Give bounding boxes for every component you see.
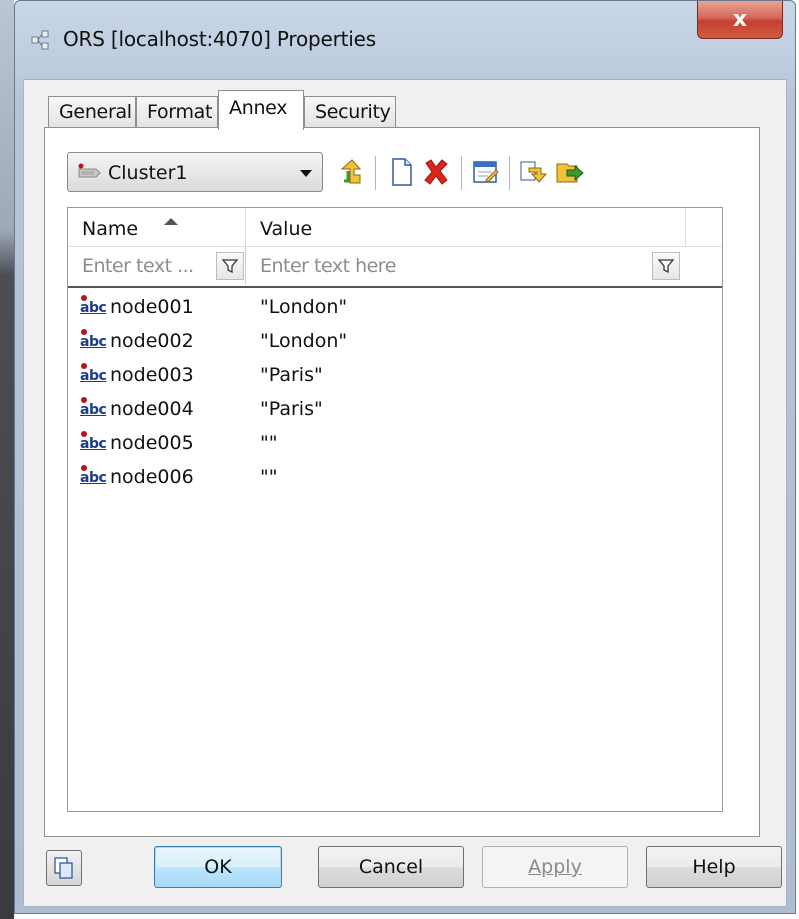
string-type-icon: abc xyxy=(78,431,108,454)
row-name-cell: abc node006 xyxy=(78,465,194,488)
close-button[interactable]: x xyxy=(697,1,783,39)
annex-grid: Name Value Enter text ... Enter text her… xyxy=(67,207,723,812)
copy-to-clipboard-button[interactable] xyxy=(46,850,82,886)
move-up-button[interactable] xyxy=(337,156,367,188)
column-header-value-label: Value xyxy=(260,218,313,240)
delete-icon xyxy=(424,159,448,185)
toolbar-separator xyxy=(375,156,376,190)
cancel-button[interactable]: Cancel xyxy=(318,846,464,888)
table-row[interactable]: abc node003 "Paris" xyxy=(68,358,722,392)
column-header-name[interactable]: Name xyxy=(68,208,246,246)
filter-row: Enter text ... Enter text here xyxy=(68,246,722,288)
column-header-name-label: Name xyxy=(82,218,139,240)
toolbar-separator xyxy=(461,156,462,190)
apply-button-label: Apply xyxy=(528,856,582,878)
edit-icon xyxy=(473,161,499,183)
row-name: node003 xyxy=(110,364,194,386)
new-document-icon xyxy=(392,158,412,186)
help-button-label: Help xyxy=(692,856,736,878)
section-icon xyxy=(78,163,101,178)
row-name: node002 xyxy=(110,330,194,352)
new-entry-button[interactable] xyxy=(387,156,417,188)
help-button[interactable]: Help xyxy=(646,846,782,888)
apply-button[interactable]: Apply xyxy=(482,846,628,888)
filter-icon xyxy=(221,259,239,274)
row-value: "" xyxy=(260,432,278,454)
row-name: node001 xyxy=(110,296,194,318)
tab-security[interactable]: Security xyxy=(304,96,396,128)
row-value: "London" xyxy=(260,296,348,318)
annex-tab-panel: Cluster1 Name Value Enter text ... Enter… xyxy=(44,127,760,837)
annex-toolbar: Cluster1 xyxy=(67,152,687,196)
value-filter-placeholder: Enter text here xyxy=(260,255,396,277)
copy-entry-button[interactable] xyxy=(519,156,549,188)
grid-header: Name Value xyxy=(68,208,722,247)
paste-entry-button[interactable] xyxy=(555,156,585,188)
grid-rows: abc node001 "London" abc node002 "London… xyxy=(68,290,722,494)
copy-pages-icon xyxy=(54,857,73,879)
tab-format[interactable]: Format xyxy=(136,96,218,128)
dialog-client-area: General Format Annex Security Cluster1 N… xyxy=(23,79,787,907)
string-type-icon: abc xyxy=(78,397,108,420)
paste-icon xyxy=(556,163,584,183)
row-name-cell: abc node002 xyxy=(78,329,194,352)
row-value: "" xyxy=(260,466,278,488)
row-name: node006 xyxy=(110,466,194,488)
chevron-down-icon xyxy=(300,170,312,177)
table-row[interactable]: abc node005 "" xyxy=(68,426,722,460)
table-row[interactable]: abc node006 "" xyxy=(68,460,722,494)
table-row[interactable]: abc node002 "London" xyxy=(68,324,722,358)
delete-button[interactable] xyxy=(421,156,451,188)
row-name: node005 xyxy=(110,432,194,454)
cancel-button-label: Cancel xyxy=(358,856,424,878)
filter-icon xyxy=(657,259,675,274)
name-filter-placeholder: Enter text ... xyxy=(82,255,194,277)
tab-general[interactable]: General xyxy=(48,96,136,128)
sort-ascending-icon xyxy=(164,218,178,225)
table-row[interactable]: abc node004 "Paris" xyxy=(68,392,722,426)
toolbar-separator xyxy=(509,156,510,190)
row-name-cell: abc node001 xyxy=(78,295,194,318)
window-title: ORS [localhost:4070] Properties xyxy=(63,27,376,51)
string-type-icon: abc xyxy=(78,329,108,352)
value-filter-button[interactable] xyxy=(652,252,680,280)
section-select-value: Cluster1 xyxy=(108,162,188,184)
row-name: node004 xyxy=(110,398,194,420)
close-icon: x xyxy=(732,7,748,32)
title-bar[interactable]: ORS [localhost:4070] Properties x xyxy=(15,1,795,79)
row-name-cell: abc node003 xyxy=(78,363,194,386)
row-name-cell: abc node005 xyxy=(78,431,194,454)
name-filter-button[interactable] xyxy=(216,252,244,280)
table-row[interactable]: abc node001 "London" xyxy=(68,290,722,324)
section-select[interactable]: Cluster1 xyxy=(67,152,323,192)
value-filter-field[interactable]: Enter text here xyxy=(246,246,686,284)
string-type-icon: abc xyxy=(78,363,108,386)
string-type-icon: abc xyxy=(78,465,108,488)
desktop-background xyxy=(0,0,14,919)
name-filter-field[interactable]: Enter text ... xyxy=(68,246,246,284)
string-type-icon: abc xyxy=(78,295,108,318)
copy-icon xyxy=(520,161,548,183)
row-value: "Paris" xyxy=(260,364,323,386)
ok-button-label: OK xyxy=(204,856,232,878)
move-up-icon xyxy=(340,159,362,184)
tab-annex[interactable]: Annex xyxy=(218,90,304,130)
app-icon xyxy=(31,30,49,50)
row-value: "Paris" xyxy=(260,398,323,420)
edit-button[interactable] xyxy=(471,156,501,188)
row-name-cell: abc node004 xyxy=(78,397,194,420)
ok-button[interactable]: OK xyxy=(154,846,282,888)
properties-dialog: ORS [localhost:4070] Properties x Genera… xyxy=(14,0,796,914)
column-header-value[interactable]: Value xyxy=(246,208,686,246)
row-value: "London" xyxy=(260,330,348,352)
